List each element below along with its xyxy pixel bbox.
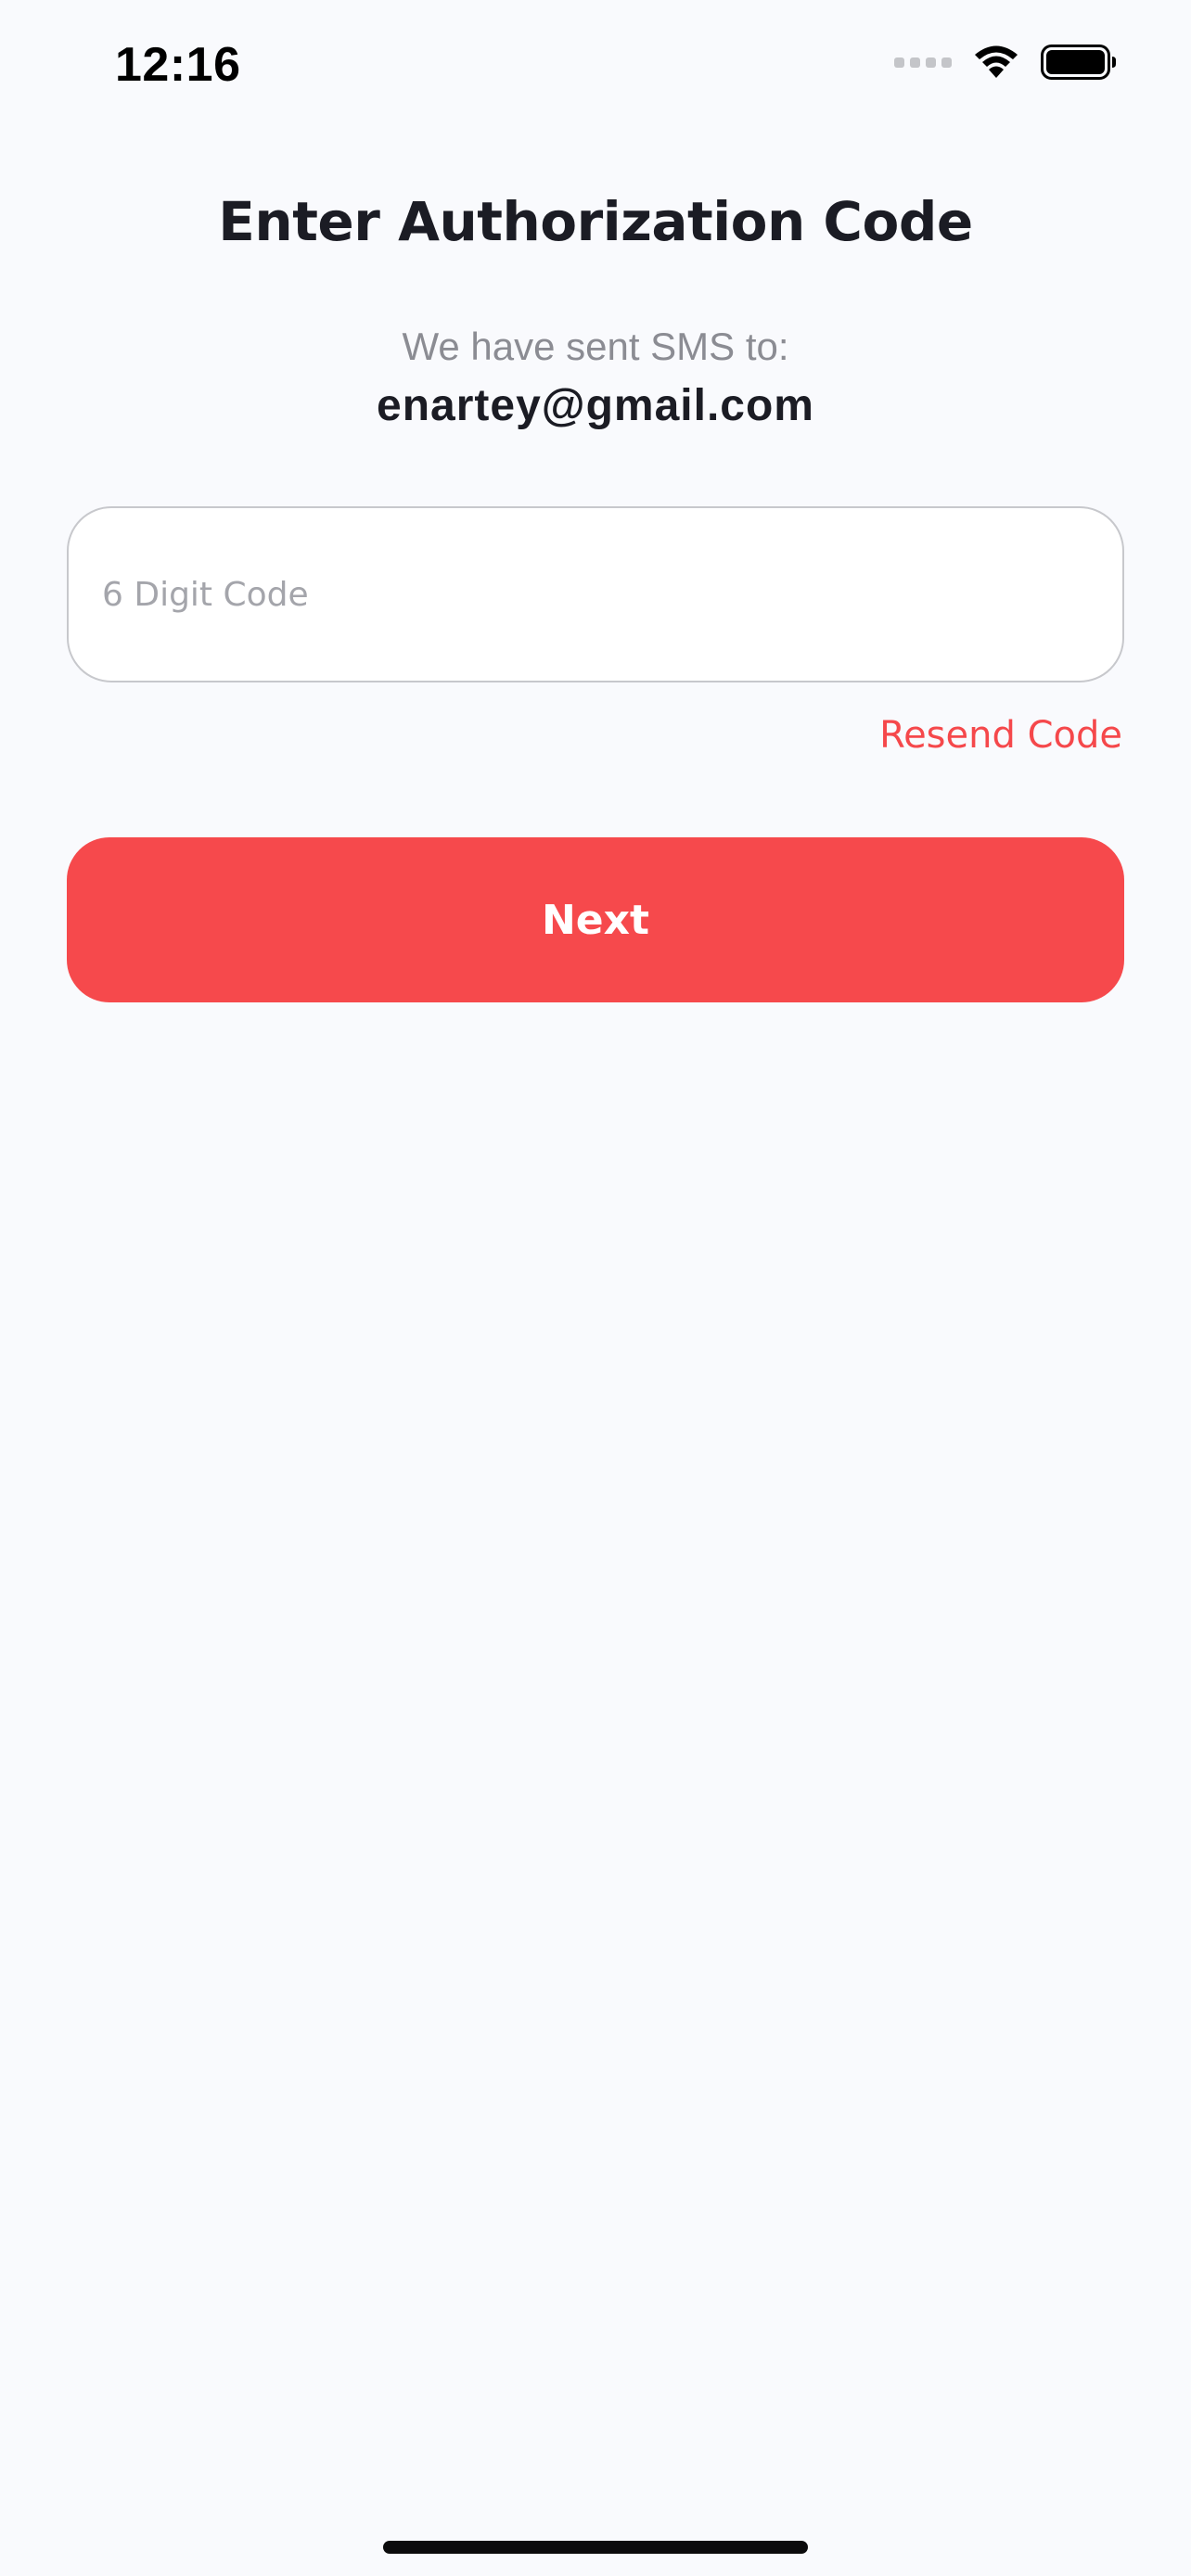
status-icons <box>894 45 1117 80</box>
page-title: Enter Authorization Code <box>218 190 973 253</box>
authorization-code-input[interactable] <box>67 506 1124 682</box>
sms-sent-label: We have sent SMS to: <box>402 325 789 368</box>
wifi-icon <box>975 45 1018 78</box>
resend-code-link[interactable]: Resend Code <box>879 714 1122 757</box>
recipient-email: enartey@gmail.com <box>377 381 814 430</box>
status-time: 12:16 <box>115 38 241 92</box>
battery-icon <box>1041 45 1116 80</box>
home-indicator <box>383 2541 808 2554</box>
cellular-signal-icon <box>894 57 952 68</box>
status-bar: 12:16 <box>0 0 1191 130</box>
next-button[interactable]: Next <box>67 837 1124 1002</box>
